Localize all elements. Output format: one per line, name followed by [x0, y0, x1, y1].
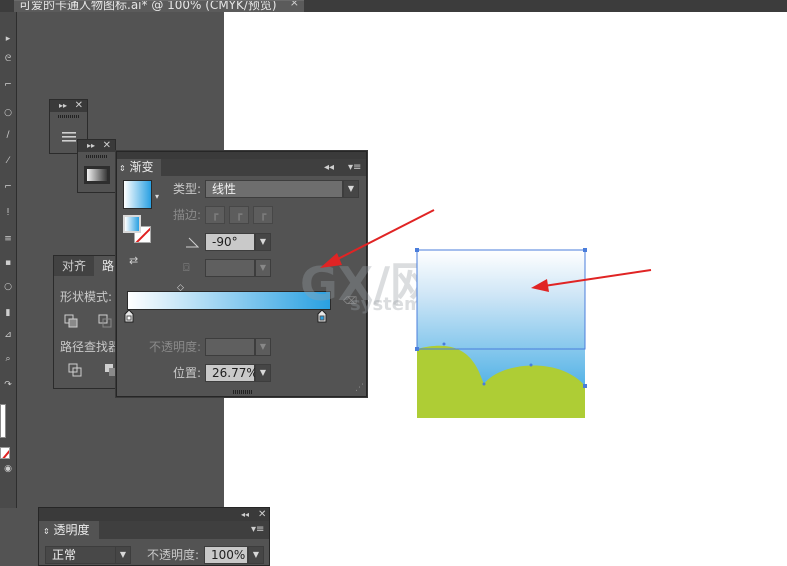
artwork-layer: GX/网 system.com — [300, 209, 652, 418]
